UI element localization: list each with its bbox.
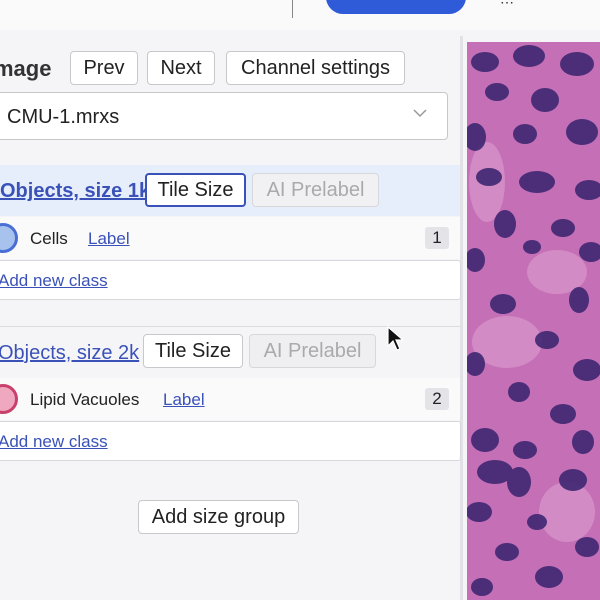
image-select-value: CMU-1.mrxs	[7, 106, 120, 128]
tissue-image	[467, 42, 600, 600]
add-new-class-link-1k[interactable]: Add new class	[0, 271, 108, 291]
ai-prelabel-button-1k[interactable]: AI Prelabel	[252, 173, 379, 207]
label-link-cells[interactable]: Label	[88, 229, 130, 249]
add-new-class-link-2k[interactable]: Add new class	[0, 432, 108, 452]
class-row-cells	[0, 217, 460, 259]
add-size-group-button[interactable]: Add size group	[138, 500, 299, 534]
size-group-title-1k[interactable]: Objects, size 1k	[0, 180, 150, 203]
header-primary-button[interactable]	[326, 0, 466, 14]
image-select[interactable]: CMU-1.mrxs	[0, 92, 448, 140]
class-count-lipid-vacuoles: 2	[425, 388, 449, 410]
top-bar: ⋯	[0, 0, 600, 30]
header-more-icon[interactable]: ⋯	[500, 0, 514, 11]
size-group-title-2k[interactable]: Objects, size 2k	[0, 342, 139, 365]
channel-settings-button[interactable]: Channel settings	[226, 51, 405, 85]
slide-viewer[interactable]	[467, 42, 600, 600]
label-link-lipid-vacuoles[interactable]: Label	[163, 390, 205, 410]
header-divider	[292, 0, 293, 18]
panel-resize-divider[interactable]	[460, 36, 463, 600]
mouse-pointer-icon	[387, 326, 405, 351]
next-button[interactable]: Next	[147, 51, 215, 85]
class-count-cells: 1	[425, 227, 449, 249]
tile-size-button-1k[interactable]: Tile Size	[145, 173, 246, 207]
class-name-cells: Cells	[30, 229, 68, 248]
image-section-heading: mage	[0, 56, 52, 81]
ai-prelabel-button-2k[interactable]: AI Prelabel	[249, 334, 376, 368]
tile-size-button-2k[interactable]: Tile Size	[143, 334, 243, 368]
chevron-down-icon	[413, 109, 427, 118]
class-name-lipid-vacuoles: Lipid Vacuoles	[30, 390, 140, 409]
prev-button[interactable]: Prev	[70, 51, 138, 85]
